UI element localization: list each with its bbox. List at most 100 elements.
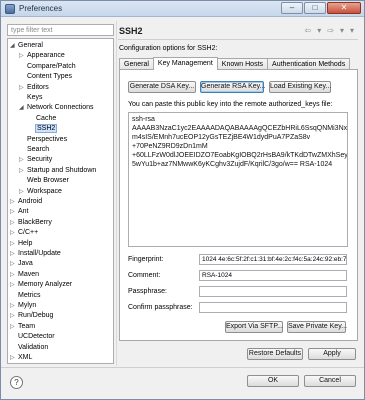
tree-item[interactable]: ▷ Memory Analyzer bbox=[10, 280, 72, 290]
tree-item[interactable]: ▷ Team bbox=[10, 322, 35, 332]
collapsed-icon[interactable]: ▷ bbox=[10, 301, 18, 311]
tree-item-label: Install/Update bbox=[18, 250, 61, 257]
tree-item[interactable]: Validation bbox=[10, 343, 48, 353]
tree-item[interactable]: ◢ General bbox=[10, 41, 43, 51]
page-description: Configuration options for SSH2: bbox=[119, 45, 218, 52]
load-existing-key-button[interactable]: Load Existing Key... bbox=[269, 81, 331, 93]
tree-item[interactable]: Perspectives bbox=[19, 135, 67, 145]
tree-item[interactable]: ▷ C/C++ bbox=[10, 228, 38, 238]
tree-item[interactable]: ▷ Help bbox=[10, 239, 32, 249]
sash-divider[interactable] bbox=[116, 21, 117, 366]
view-menu-icon[interactable]: ▾ bbox=[350, 26, 354, 35]
collapsed-icon[interactable]: ▷ bbox=[10, 249, 18, 259]
filter-input[interactable]: type filter text bbox=[7, 24, 114, 36]
collapsed-icon[interactable]: ▷ bbox=[10, 207, 18, 217]
collapsed-icon[interactable]: ▷ bbox=[10, 197, 18, 207]
tree-item[interactable]: ▷ Security bbox=[19, 155, 52, 165]
collapsed-icon[interactable]: ▷ bbox=[19, 51, 27, 61]
collapsed-icon[interactable]: ▷ bbox=[19, 187, 27, 197]
tree-item-label: Ant bbox=[18, 208, 29, 216]
forward-icon[interactable]: ⇨ bbox=[327, 26, 334, 35]
collapsed-icon[interactable]: ▷ bbox=[10, 239, 18, 249]
apply-button[interactable]: Apply bbox=[308, 348, 356, 360]
confirm-passphrase-label: Confirm passphrase: bbox=[128, 304, 193, 311]
comment-label: Comment: bbox=[128, 272, 161, 279]
tree-item[interactable]: ▷ Mylyn bbox=[10, 301, 36, 311]
collapsed-icon[interactable]: ▷ bbox=[19, 166, 27, 176]
collapsed-icon[interactable]: ▷ bbox=[10, 259, 18, 269]
tree-item-label: XML bbox=[18, 354, 33, 361]
collapsed-icon[interactable]: ▷ bbox=[10, 353, 18, 363]
tree-item[interactable]: ▷ Workspace bbox=[19, 187, 62, 197]
tree-item[interactable]: Compare/Patch bbox=[19, 62, 76, 72]
fingerprint-field[interactable]: 1024 4e:6c:5f:2f:c1:31:bf:4e:2c:f4c:5a:2… bbox=[199, 254, 347, 265]
save-private-key-button[interactable]: Save Private Key... bbox=[287, 321, 347, 333]
tree-item[interactable]: Metrics bbox=[10, 291, 41, 301]
tree-item[interactable]: ▷ Ant bbox=[10, 207, 29, 217]
tree-item[interactable]: ▷ Maven bbox=[10, 270, 39, 280]
tree-item-label: Help bbox=[18, 239, 33, 247]
tree-item[interactable]: Content Types bbox=[19, 72, 72, 82]
cancel-button[interactable]: Cancel bbox=[304, 375, 356, 387]
tree-item[interactable]: Cache bbox=[28, 114, 56, 124]
close-icon[interactable]: ✕ bbox=[327, 2, 361, 14]
tab-key-management[interactable]: Key Management bbox=[152, 57, 218, 70]
collapsed-icon[interactable]: ▷ bbox=[10, 228, 18, 238]
tree-item[interactable]: Web Browser bbox=[19, 176, 69, 186]
history-nav: ⇦ ▾ ⇨ ▾ ▾ bbox=[305, 26, 354, 35]
collapsed-icon[interactable]: ▷ bbox=[10, 311, 18, 321]
tree-item[interactable]: ▷ BlackBerry bbox=[10, 218, 52, 228]
tree-item-label: SSH2 bbox=[34, 124, 58, 134]
collapsed-icon[interactable]: ▷ bbox=[10, 218, 18, 228]
minimize-icon[interactable]: – bbox=[281, 2, 303, 14]
collapsed-icon[interactable]: ▷ bbox=[10, 280, 18, 290]
collapsed-icon[interactable]: ▷ bbox=[19, 83, 27, 93]
tree-item-label: Compare/Patch bbox=[27, 62, 76, 70]
tree-item[interactable]: UCDetector bbox=[10, 332, 55, 342]
expanded-icon[interactable]: ◢ bbox=[19, 103, 27, 113]
help-icon[interactable]: ? bbox=[10, 376, 23, 389]
tree-item[interactable]: ▷ Java bbox=[10, 259, 33, 269]
tree-item[interactable]: ◢ Network Connections bbox=[19, 103, 94, 113]
expanded-icon[interactable]: ◢ bbox=[10, 41, 18, 51]
fingerprint-label: Fingerprint: bbox=[128, 256, 164, 263]
paste-instructions: You can paste this public key into the r… bbox=[128, 101, 333, 108]
back-menu-icon[interactable]: ▾ bbox=[317, 26, 321, 35]
preferences-tree[interactable]: ◢ General ▷ Appearance Compare/Patch Content … bbox=[7, 38, 114, 364]
tree-item-label: Validation bbox=[18, 343, 49, 351]
tree-item-label: Keys bbox=[27, 94, 43, 101]
export-via-sftp-button[interactable]: Export Via SFTP... bbox=[225, 321, 283, 333]
generate-dsa-button[interactable]: Generate DSA Key... bbox=[128, 81, 196, 93]
preferences-window: Preferences – □ ✕ type filter text ◢ Gene… bbox=[0, 0, 365, 400]
public-key-line: AAAAB3NzaC1yc2EAAAADAQABAAAAgQCEZbHRiL6S… bbox=[132, 125, 348, 132]
tree-item[interactable]: ▷ Startup and Shutdown bbox=[19, 166, 96, 176]
generate-rsa-button[interactable]: Generate RSA Key... bbox=[200, 81, 265, 93]
passphrase-field[interactable] bbox=[199, 286, 347, 297]
tree-item[interactable]: ▷ Appearance bbox=[19, 51, 65, 61]
ok-button[interactable]: OK bbox=[247, 375, 299, 387]
tree-item-label: Appearance bbox=[27, 52, 65, 60]
tree-item[interactable]: ▷ Install/Update bbox=[10, 249, 61, 259]
tree-item[interactable]: Keys bbox=[19, 93, 43, 103]
tree-item[interactable]: Search bbox=[19, 145, 49, 155]
tree-item[interactable]: ▷ Android bbox=[10, 197, 42, 207]
restore-defaults-button[interactable]: Restore Defaults bbox=[247, 348, 303, 360]
collapsed-icon[interactable]: ▷ bbox=[19, 155, 27, 165]
collapsed-icon[interactable]: ▷ bbox=[10, 322, 18, 332]
public-key-textarea[interactable]: ssh-rsa AAAAB3NzaC1yc2EAAAADAQABAAAAgQCEZ… bbox=[128, 112, 348, 247]
tree-item[interactable]: SSH2 bbox=[28, 124, 58, 134]
tree-item[interactable]: ▷ Editors bbox=[19, 83, 49, 93]
title-divider bbox=[118, 39, 358, 40]
forward-menu-icon[interactable]: ▾ bbox=[340, 26, 344, 35]
comment-field[interactable]: RSA-1024 bbox=[199, 270, 347, 281]
maximize-icon[interactable]: □ bbox=[304, 2, 326, 14]
collapsed-icon[interactable]: ▷ bbox=[10, 270, 18, 280]
page-title: SSH2 bbox=[119, 26, 143, 36]
tree-item-label: UCDetector bbox=[18, 333, 55, 341]
confirm-passphrase-field[interactable] bbox=[199, 302, 347, 313]
tree-item-label: General bbox=[18, 42, 43, 49]
tree-item[interactable]: ▷ Run/Debug bbox=[10, 311, 53, 321]
window-title: Preferences bbox=[19, 4, 63, 13]
back-icon[interactable]: ⇦ bbox=[305, 26, 312, 35]
tree-item[interactable]: ▷ XML bbox=[10, 353, 32, 363]
